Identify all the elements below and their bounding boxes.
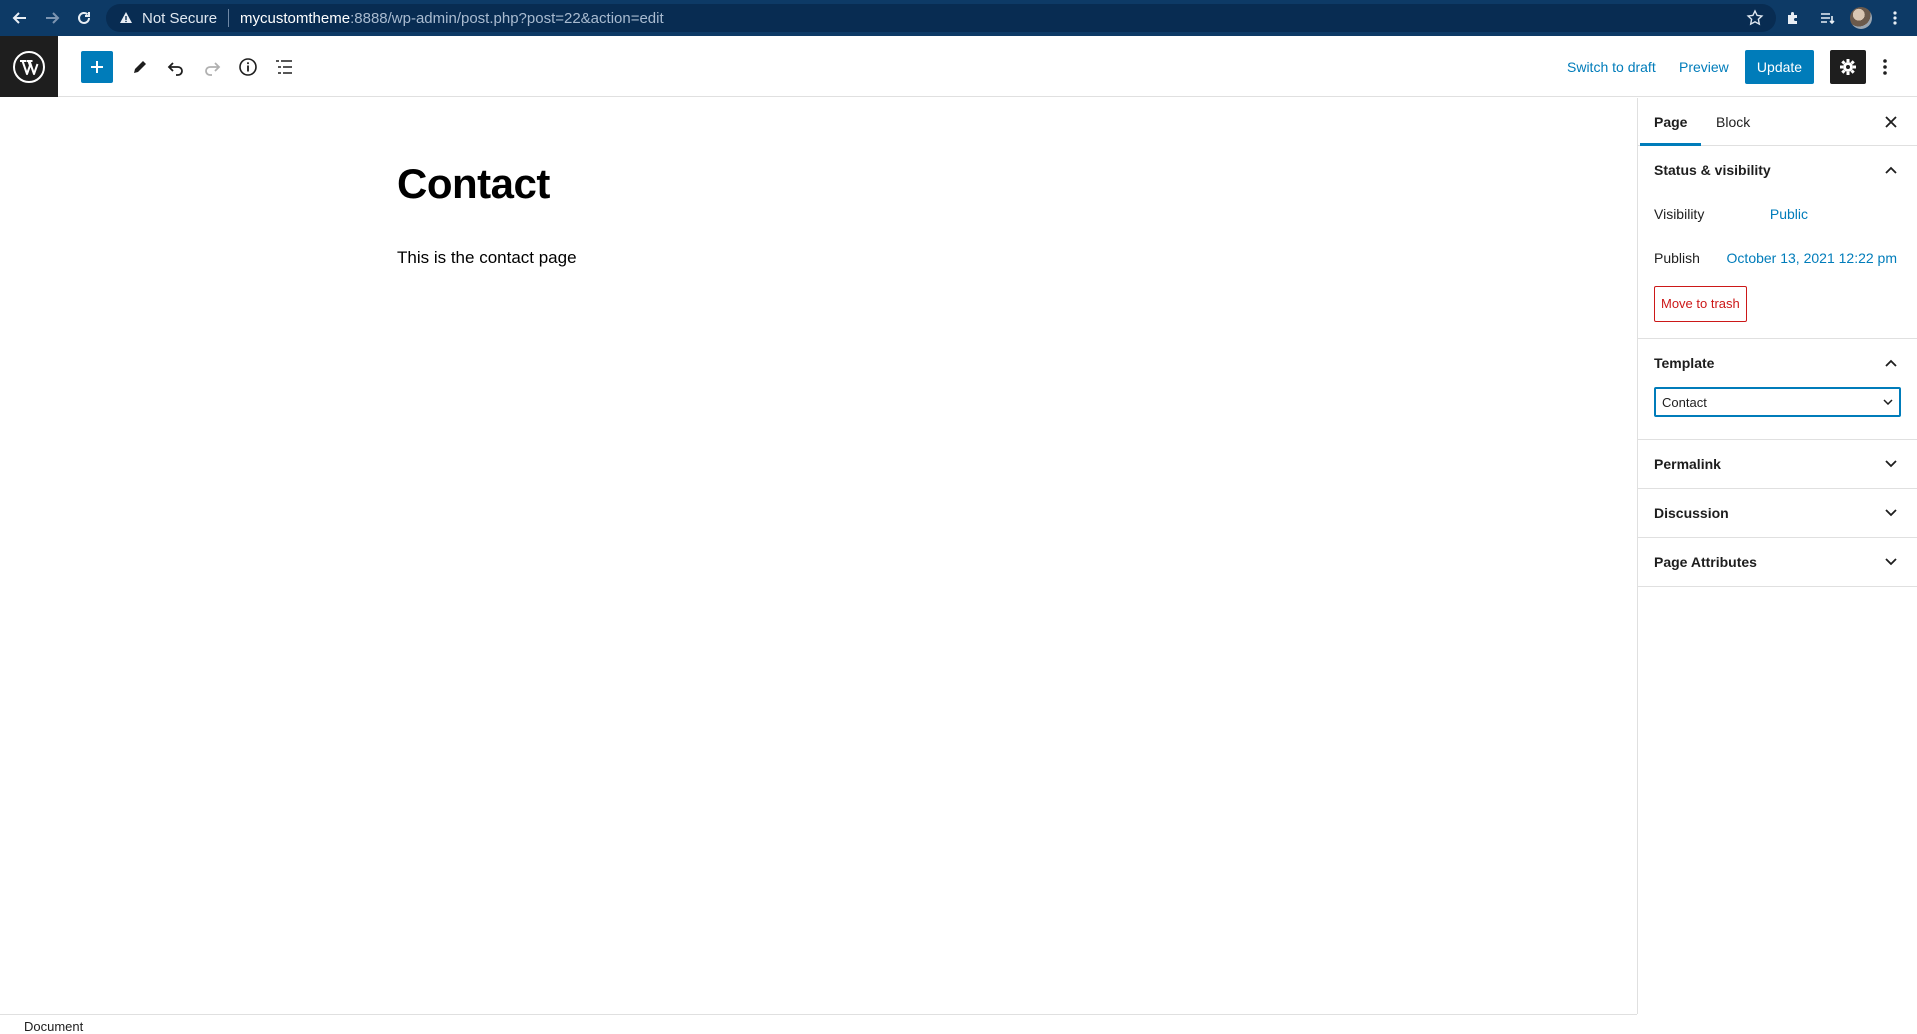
bookmark-star-icon[interactable] [1746, 9, 1764, 27]
template-toggle[interactable]: Template [1638, 339, 1917, 387]
settings-gear-icon[interactable] [1830, 50, 1866, 84]
plus-icon [91, 61, 103, 73]
paragraph-block[interactable]: This is the contact page [397, 248, 577, 268]
panel-title: Discussion [1654, 505, 1729, 521]
status-visibility-panel: Status & visibility Visibility Public Pu… [1638, 146, 1917, 339]
post-title[interactable]: Contact [397, 160, 550, 208]
url-host: mycustomtheme [240, 9, 351, 27]
more-options-icon[interactable] [1873, 50, 1897, 84]
details-info-icon[interactable] [232, 51, 264, 83]
page-attributes-panel[interactable]: Page Attributes [1638, 538, 1917, 587]
visibility-row: Visibility Public [1638, 194, 1917, 238]
page-attributes-toggle[interactable]: Page Attributes [1638, 538, 1917, 586]
publish-date-toggle[interactable]: October 13, 2021 12:22 pm [1727, 250, 1897, 266]
browser-extensions [1779, 0, 1917, 36]
reading-list-icon[interactable] [1813, 4, 1841, 32]
url-path: :8888/wp-admin/post.php?post=22&action=e… [350, 9, 664, 27]
profile-avatar[interactable] [1847, 4, 1875, 32]
publish-label: Publish [1654, 250, 1700, 266]
panel-title: Template [1654, 355, 1715, 371]
move-to-trash-button[interactable]: Move to trash [1654, 286, 1747, 322]
panel-title: Page Attributes [1654, 554, 1757, 570]
template-select[interactable]: Contact [1654, 387, 1901, 417]
tab-page[interactable]: Page [1639, 98, 1703, 146]
update-button[interactable]: Update [1745, 50, 1814, 84]
edit-tool-pencil-icon[interactable] [124, 51, 156, 83]
not-secure-label: Not Secure [142, 9, 218, 27]
editor-canvas[interactable]: Contact This is the contact page [0, 98, 1637, 1014]
permalink-panel[interactable]: Permalink [1638, 440, 1917, 489]
divider [228, 9, 230, 27]
chevron-down-icon [1883, 399, 1893, 405]
browser-menu-icon[interactable] [1881, 4, 1909, 32]
chevron-down-icon [1881, 503, 1901, 523]
chevron-up-icon [1881, 160, 1901, 180]
add-block-button[interactable] [81, 51, 113, 83]
permalink-toggle[interactable]: Permalink [1638, 440, 1917, 488]
preview-button[interactable]: Preview [1679, 54, 1729, 80]
panel-title: Permalink [1654, 456, 1721, 472]
forward-arrow-icon[interactable] [36, 0, 68, 36]
redo-icon[interactable] [196, 51, 228, 83]
status-visibility-toggle[interactable]: Status & visibility [1638, 146, 1917, 194]
address-bar[interactable]: Not Secure mycustomtheme:8888/wp-admin/p… [106, 4, 1776, 32]
publish-row: Publish October 13, 2021 12:22 pm [1638, 238, 1917, 282]
panel-title: Status & visibility [1654, 162, 1771, 178]
visibility-toggle[interactable]: Public [1770, 206, 1808, 222]
chevron-down-icon [1881, 552, 1901, 572]
close-icon[interactable] [1879, 110, 1903, 134]
template-selected-value: Contact [1662, 394, 1707, 410]
undo-icon[interactable] [160, 51, 192, 83]
breadcrumb-document[interactable]: Document [24, 1019, 83, 1034]
warning-icon [116, 11, 136, 25]
switch-to-draft-button[interactable]: Switch to draft [1567, 54, 1656, 80]
browser-toolbar: Not Secure mycustomtheme:8888/wp-admin/p… [0, 0, 1917, 36]
settings-sidebar: Page Block Status & visibility Visibilit… [1637, 98, 1917, 1014]
list-view-icon[interactable] [268, 51, 300, 83]
visibility-label: Visibility [1654, 206, 1705, 222]
editor-footer: Document [0, 1014, 1637, 1034]
editor-header: Switch to draft Preview Update [0, 36, 1917, 97]
wordpress-logo-icon[interactable] [0, 36, 58, 97]
extensions-puzzle-icon[interactable] [1779, 4, 1807, 32]
reload-icon[interactable] [68, 0, 100, 36]
tab-block[interactable]: Block [1716, 98, 1750, 146]
chevron-up-icon [1881, 353, 1901, 373]
back-arrow-icon[interactable] [4, 0, 36, 36]
chevron-down-icon [1881, 454, 1901, 474]
discussion-panel[interactable]: Discussion [1638, 489, 1917, 538]
discussion-toggle[interactable]: Discussion [1638, 489, 1917, 537]
sidebar-tabs: Page Block [1638, 98, 1917, 146]
template-panel: Template Contact [1638, 339, 1917, 440]
